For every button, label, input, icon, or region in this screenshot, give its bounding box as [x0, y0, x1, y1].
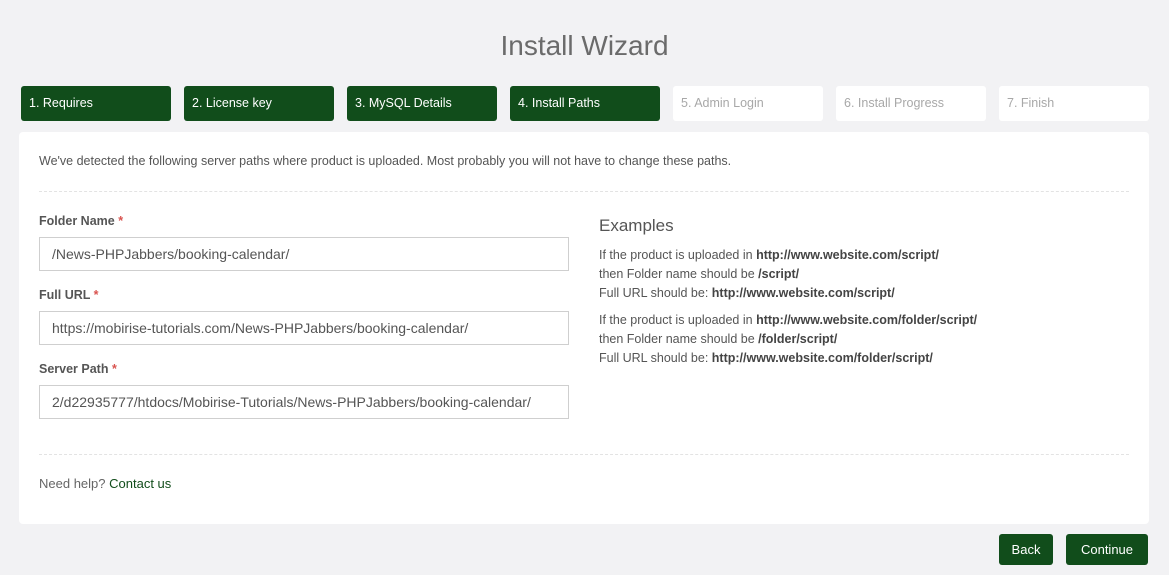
page-title: Install Wizard	[500, 30, 669, 61]
help-text: Need help? Contact us	[39, 476, 172, 491]
back-button[interactable]: Back	[999, 534, 1053, 565]
divider	[39, 454, 1129, 455]
step-requires[interactable]: 1. Requires	[21, 86, 171, 121]
step-install-paths[interactable]: 4. Install Paths	[510, 86, 660, 121]
examples-panel: Examples If the product is uploaded in h…	[599, 216, 1119, 376]
step-admin-login: 5. Admin Login	[673, 86, 823, 121]
example-block: If the product is uploaded in http://www…	[599, 313, 978, 365]
step-install-progress: 6. Install Progress	[836, 86, 986, 121]
examples-title: Examples	[599, 216, 674, 235]
server-path-input[interactable]	[39, 385, 569, 419]
folder-name-label: Folder Name *	[39, 214, 124, 228]
server-path-label: Server Path *	[39, 362, 117, 376]
divider	[39, 191, 1129, 192]
required-mark: *	[93, 288, 99, 302]
step-mysql-details[interactable]: 3. MySQL Details	[347, 86, 497, 121]
wizard-steps: 1. Requires 2. License key 3. MySQL Deta…	[21, 86, 1149, 121]
step-license-key[interactable]: 2. License key	[184, 86, 334, 121]
full-url-input[interactable]	[39, 311, 569, 345]
install-paths-card: We've detected the following server path…	[19, 132, 1149, 524]
example-block: If the product is uploaded in http://www…	[599, 248, 939, 300]
folder-name-input[interactable]	[39, 237, 569, 271]
required-mark: *	[111, 362, 117, 376]
intro-text: We've detected the following server path…	[39, 154, 732, 168]
full-url-label: Full URL *	[39, 288, 99, 302]
step-finish: 7. Finish	[999, 86, 1149, 121]
contact-us-link[interactable]: Contact us	[109, 476, 171, 491]
continue-button[interactable]: Continue	[1066, 534, 1148, 565]
required-mark: *	[118, 214, 124, 228]
